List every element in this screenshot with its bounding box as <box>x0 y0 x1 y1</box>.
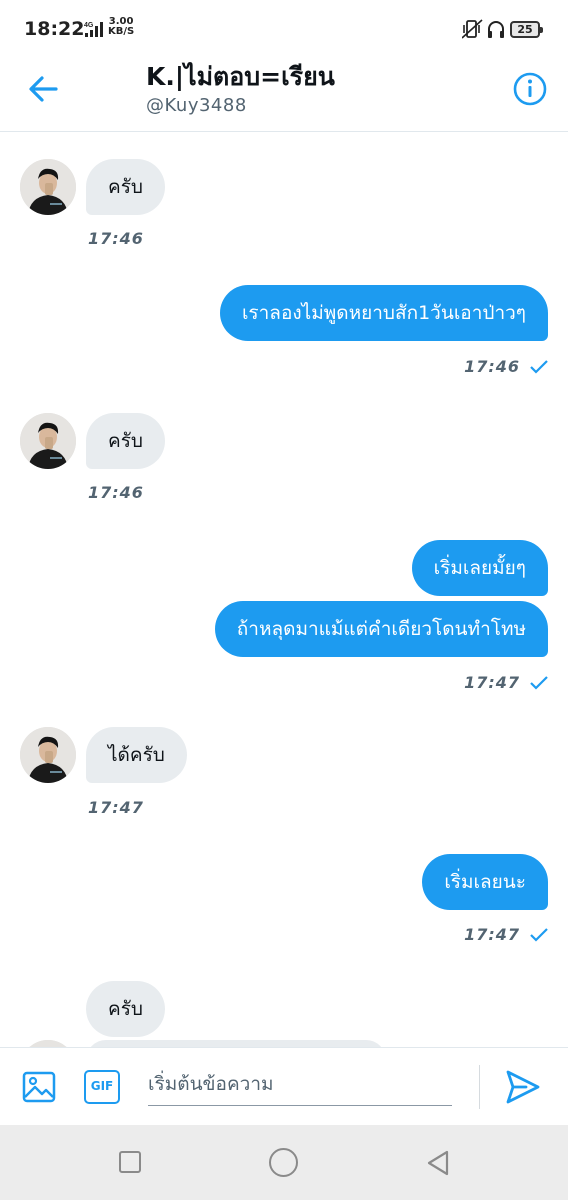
message-bubble-outgoing[interactable]: เริ่มเลยนะ <box>422 854 548 910</box>
message-bubble-incoming[interactable]: ครับ <box>86 413 165 469</box>
check-icon <box>530 360 548 374</box>
check-icon <box>530 676 548 690</box>
message-timestamp: 17:47 <box>464 925 520 944</box>
signal-icon: 4G <box>84 22 103 37</box>
info-circle-icon[interactable] <box>512 71 548 107</box>
conversation-handle: @Kuy3488 <box>146 95 247 116</box>
conversation-title-group[interactable]: K.|ไม่ตอบ=เรียน @Kuy3488 <box>146 60 335 118</box>
avatar[interactable] <box>20 159 76 215</box>
avatar[interactable] <box>20 413 76 469</box>
home-icon[interactable] <box>269 1148 298 1177</box>
avatar-photo <box>20 727 76 783</box>
check-icon <box>530 928 548 942</box>
gif-button[interactable]: GIF <box>84 1070 120 1104</box>
message-bubble-incoming[interactable]: ครับ <box>86 981 165 1037</box>
headphones-icon <box>488 21 504 38</box>
back-triangle-icon[interactable] <box>426 1150 450 1176</box>
message-timestamp: 17:47 <box>464 673 520 692</box>
conversation-header: K.|ไม่ตอบ=เรียน @Kuy3488 <box>0 58 568 132</box>
send-icon[interactable] <box>504 1068 542 1106</box>
vibrate-icon <box>462 19 483 39</box>
speed-unit: KB/S <box>108 26 135 37</box>
message-composer: GIF <box>0 1047 568 1125</box>
message-bubble-incoming[interactable]: ได้ครับ <box>86 727 187 783</box>
message-timestamp: 17:47 <box>88 798 144 817</box>
battery-indicator: 25 <box>510 21 543 38</box>
avatar-photo <box>20 413 76 469</box>
avatar-photo <box>20 159 76 215</box>
message-bubble-incoming-partial[interactable] <box>86 1040 386 1047</box>
message-input[interactable] <box>148 1066 452 1106</box>
message-timestamp: 17:46 <box>88 483 144 502</box>
network-speed: 3.00 KB/S <box>108 17 134 37</box>
message-bubble-incoming[interactable]: ครับ <box>86 159 165 215</box>
message-bubble-outgoing[interactable]: เริ่มเลยมั้ยๆ <box>411 540 548 596</box>
avatar-photo <box>20 1040 76 1047</box>
message-list[interactable]: ครับ 17:46 เราลองไม่พูดหยาบสัก1วันเอาป่า… <box>0 133 568 1047</box>
avatar[interactable] <box>20 727 76 783</box>
status-icons <box>462 19 504 39</box>
composer-divider <box>479 1065 480 1109</box>
message-timestamp: 17:46 <box>88 229 144 248</box>
network-type: 4G <box>84 22 94 29</box>
message-bubble-outgoing[interactable]: ถ้าหลุดมาแม้แต่คำเดียวโดนทำโทษ <box>214 601 548 657</box>
status-time: 18:22 <box>24 18 85 40</box>
message-timestamp: 17:46 <box>464 357 520 376</box>
recent-apps-icon[interactable] <box>119 1151 141 1173</box>
image-icon[interactable] <box>22 1070 56 1104</box>
avatar[interactable] <box>20 1040 76 1047</box>
message-bubble-outgoing[interactable]: เราลองไม่พูดหยาบสัก1วันเอาป่าวๆ <box>219 285 548 341</box>
status-bar: 18:22 4G 3.00 KB/S 25 <box>0 0 568 58</box>
arrow-left-icon[interactable] <box>20 70 68 108</box>
system-nav-bar <box>0 1125 568 1200</box>
conversation-title: K.|ไม่ตอบ=เรียน <box>146 62 335 91</box>
